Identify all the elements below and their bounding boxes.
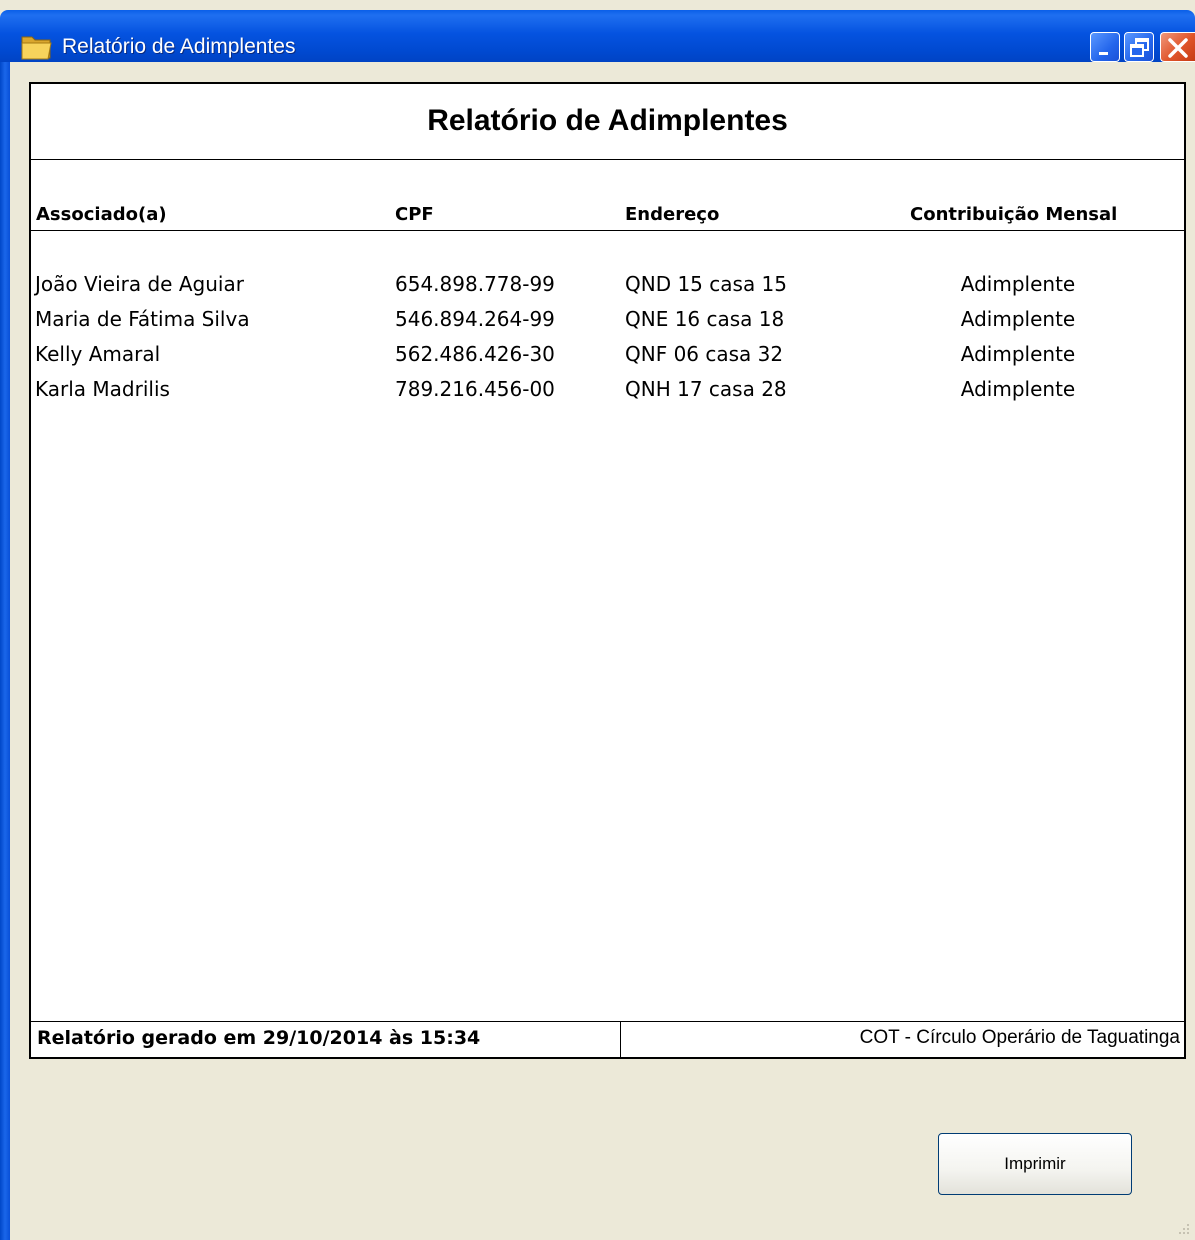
row-4-name: Karla Madrilis [35,377,170,401]
report-footer: Relatório gerado em 29/10/2014 às 15:34 … [31,1021,1184,1057]
row-2-status: Adimplente [960,307,1076,331]
window-frame-left [0,62,10,1240]
window-title: Relatório de Adimplentes [62,35,296,58]
print-button[interactable]: Imprimir [938,1133,1132,1195]
title-bar[interactable]: Relatório de Adimplentes [0,10,1195,62]
row-4-address: QNH 17 casa 28 [625,377,787,401]
generated-timestamp: Relatório gerado em 29/10/2014 às 15:34 [37,1027,481,1049]
row-1-status: Adimplente [960,272,1076,296]
row-3-cpf: 562.486.426-30 [395,342,555,366]
column-header-endereco: Endereço [625,204,720,225]
row-4-status: Adimplente [960,377,1076,401]
row-1-cpf: 654.898.778-99 [395,272,555,296]
restore-icon [1130,38,1149,57]
row-1-name: João Vieira de Aguiar [35,272,244,296]
column-header-associado: Associado(a) [36,204,167,225]
report-window: Relatório de Adimplentes Relatório de Ad… [0,0,1195,1240]
row-3-status: Adimplente [960,342,1076,366]
resize-grip-icon[interactable] [1175,1220,1193,1238]
organization-name: COT - Círculo Operário de Taguatinga [859,1027,1180,1048]
footer-divider [620,1022,621,1057]
row-2-address: QNE 16 casa 18 [625,307,785,331]
restore-button[interactable] [1124,32,1154,62]
report-title: Relatório de Adimplentes [31,84,1184,160]
row-4-cpf: 789.216.456-00 [395,377,555,401]
column-header-contribuicao: Contribuição Mensal [910,204,1118,225]
close-button[interactable] [1160,32,1195,62]
row-2-cpf: 546.894.264-99 [395,307,555,331]
row-3-address: QNF 06 casa 32 [625,342,784,366]
minimize-icon [1099,52,1108,55]
close-icon [1168,38,1188,58]
minimize-button[interactable] [1090,32,1120,62]
row-2-name: Maria de Fátima Silva [35,307,250,331]
row-3-name: Kelly Amaral [35,342,161,366]
header-divider [31,230,1184,231]
folder-icon [20,31,54,61]
report-panel: Relatório de Adimplentes Associado(a) CP… [29,82,1186,1059]
column-header-cpf: CPF [395,204,434,225]
row-1-address: QND 15 casa 15 [625,272,788,296]
